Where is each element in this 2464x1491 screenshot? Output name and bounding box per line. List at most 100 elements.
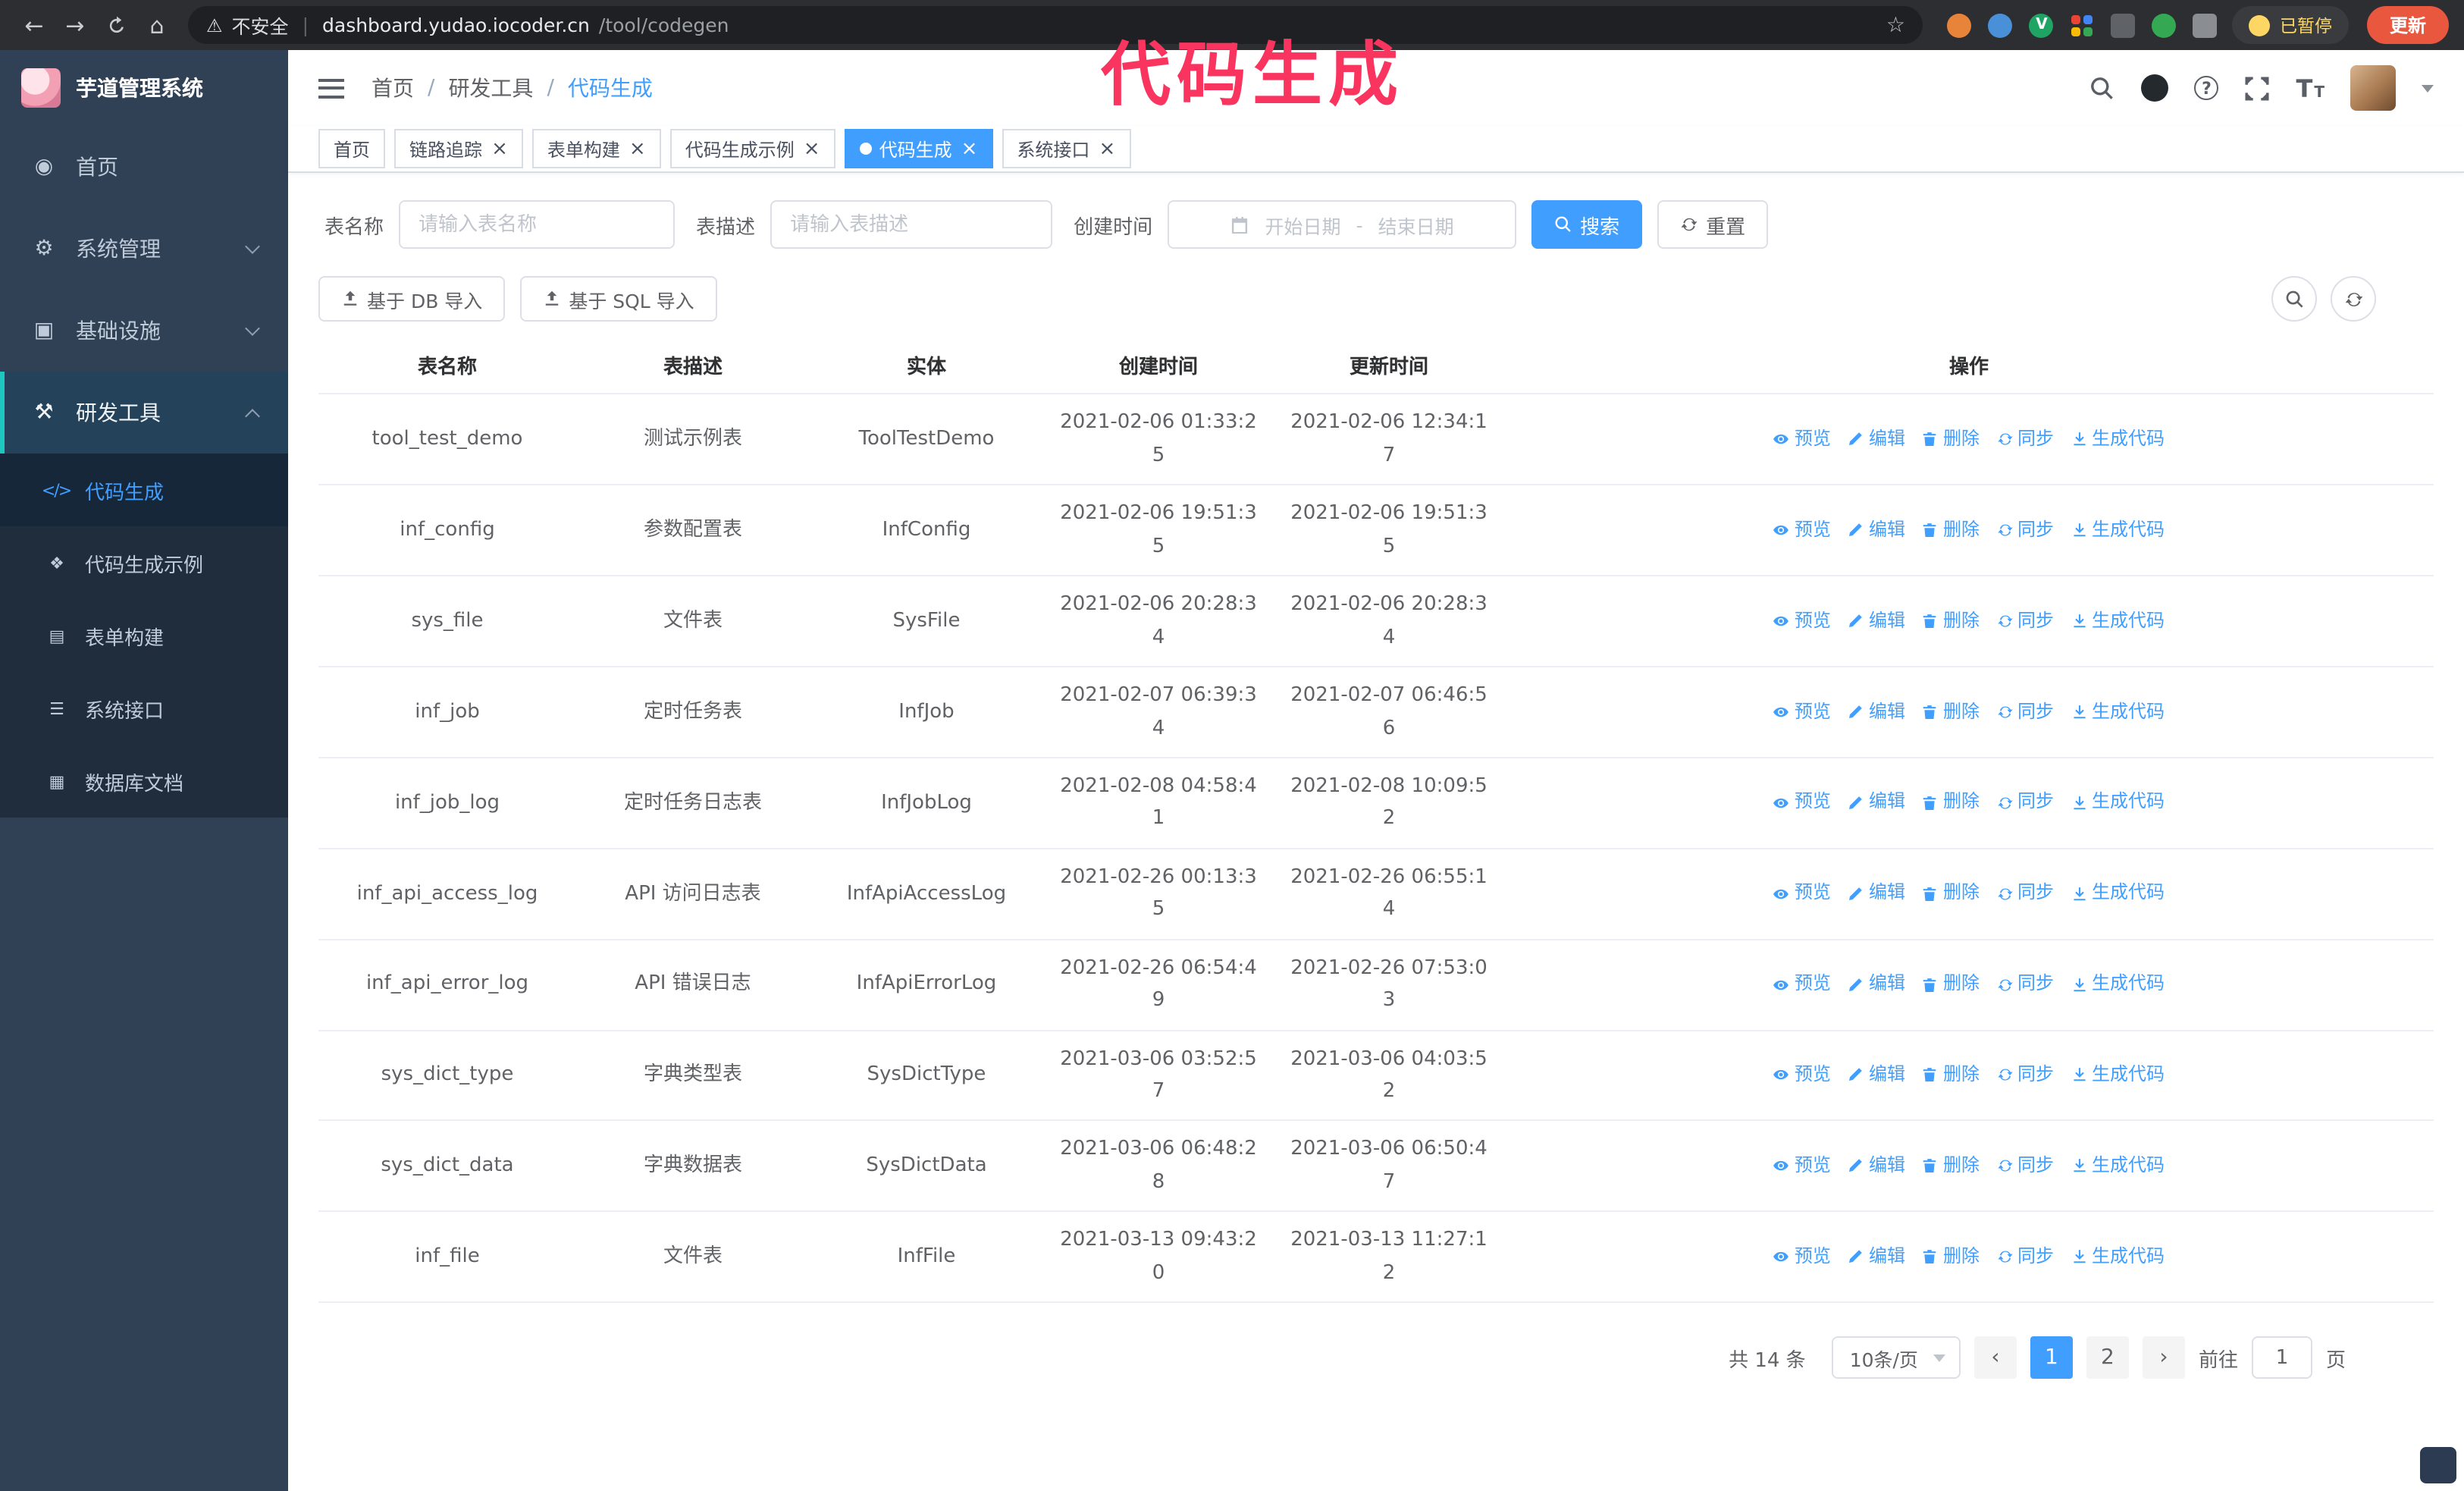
generate-code-link[interactable]: 生成代码 — [2071, 879, 2165, 909]
delete-link[interactable]: 删除 — [1922, 516, 1980, 546]
browser-back-button[interactable]: ← — [15, 6, 53, 44]
tab-close-icon[interactable]: × — [629, 139, 646, 159]
next-page-button[interactable]: › — [2142, 1336, 2185, 1380]
breadcrumb-home[interactable]: 首页 — [371, 73, 414, 103]
preview-link[interactable]: 预览 — [1773, 1242, 1831, 1273]
sidebar-item-devtools[interactable]: ⚒ 研发工具 — [0, 372, 288, 454]
goto-page-input[interactable] — [2251, 1336, 2312, 1380]
delete-link[interactable]: 删除 — [1922, 606, 1980, 636]
delete-link[interactable]: 删除 — [1922, 697, 1980, 727]
generate-code-link[interactable]: 生成代码 — [2071, 1242, 2165, 1273]
preview-link[interactable]: 预览 — [1773, 1151, 1831, 1182]
user-avatar[interactable] — [2350, 65, 2396, 111]
generate-code-link[interactable]: 生成代码 — [2071, 606, 2165, 636]
user-menu-caret-icon[interactable] — [2422, 84, 2434, 92]
extension-grid-icon[interactable] — [2071, 13, 2095, 37]
preview-link[interactable]: 预览 — [1773, 516, 1831, 546]
sync-link[interactable]: 同步 — [1996, 697, 2054, 727]
browser-home-button[interactable]: ⌂ — [138, 6, 176, 44]
sync-link[interactable]: 同步 — [1996, 879, 2054, 909]
breadcrumb-devtools[interactable]: 研发工具 — [448, 73, 533, 103]
bookmark-star-icon[interactable]: ☆ — [1886, 13, 1905, 37]
tab-close-icon[interactable]: × — [804, 139, 820, 159]
page-button-2[interactable]: 2 — [2086, 1336, 2129, 1380]
generate-code-link[interactable]: 生成代码 — [2071, 425, 2165, 455]
preview-link[interactable]: 预览 — [1773, 788, 1831, 818]
page-button-1[interactable]: 1 — [2030, 1336, 2073, 1380]
toggle-search-button[interactable] — [2271, 276, 2317, 322]
delete-link[interactable]: 删除 — [1922, 879, 1980, 909]
extension-dark-icon[interactable] — [2111, 13, 2136, 37]
edit-link[interactable]: 编辑 — [1848, 1151, 1905, 1182]
tab-form-builder[interactable]: 表单构建 × — [531, 129, 661, 168]
refresh-table-button[interactable] — [2331, 276, 2376, 322]
extension-fox-icon[interactable] — [1947, 13, 1972, 37]
preview-link[interactable]: 预览 — [1773, 425, 1831, 455]
sync-link[interactable]: 同步 — [1996, 788, 2054, 818]
sidebar-item-codegen[interactable]: </> 代码生成 — [0, 454, 288, 526]
extension-vue-icon[interactable]: V — [2029, 13, 2054, 37]
generate-code-link[interactable]: 生成代码 — [2071, 516, 2165, 546]
corner-widget[interactable] — [2420, 1447, 2456, 1483]
tab-codegen[interactable]: 代码生成 × — [844, 129, 993, 168]
sidebar-item-infra[interactable]: ▣ 基础设施 — [0, 290, 288, 372]
delete-link[interactable]: 删除 — [1922, 788, 1980, 818]
sidebar-fold-icon[interactable] — [318, 78, 344, 98]
edit-link[interactable]: 编辑 — [1848, 1242, 1905, 1273]
sidebar-item-db-doc[interactable]: ▦ 数据库文档 — [0, 745, 288, 818]
reset-button[interactable]: 重置 — [1657, 200, 1769, 249]
table-name-input[interactable] — [399, 200, 676, 249]
search-icon[interactable] — [2090, 75, 2116, 101]
sync-link[interactable]: 同步 — [1996, 1242, 2054, 1273]
preview-link[interactable]: 预览 — [1773, 606, 1831, 636]
tab-home[interactable]: 首页 — [318, 129, 386, 168]
sidebar-item-form-builder[interactable]: ▤ 表单构建 — [0, 599, 288, 672]
help-icon[interactable]: ? — [2194, 76, 2219, 100]
page-size-select[interactable]: 10条/页 — [1831, 1336, 1961, 1380]
tab-close-icon[interactable]: × — [1099, 139, 1115, 159]
delete-link[interactable]: 删除 — [1922, 425, 1980, 455]
edit-link[interactable]: 编辑 — [1848, 697, 1905, 727]
prev-page-button[interactable]: ‹ — [1973, 1336, 2017, 1380]
delete-link[interactable]: 删除 — [1922, 1242, 1980, 1273]
fullscreen-icon[interactable] — [2245, 75, 2271, 101]
preview-link[interactable]: 预览 — [1773, 1060, 1831, 1091]
extension-leaf-icon[interactable] — [2152, 13, 2177, 37]
delete-link[interactable]: 删除 — [1922, 1060, 1980, 1091]
preview-link[interactable]: 预览 — [1773, 969, 1831, 1000]
table-desc-input[interactable] — [770, 200, 1053, 249]
sync-link[interactable]: 同步 — [1996, 1060, 2054, 1091]
delete-link[interactable]: 删除 — [1922, 969, 1980, 1000]
profile-paused-badge[interactable]: 已暂停 — [2232, 6, 2349, 44]
browser-forward-button[interactable]: → — [56, 6, 94, 44]
font-size-icon[interactable]: TT — [2296, 74, 2325, 102]
generate-code-link[interactable]: 生成代码 — [2071, 969, 2165, 1000]
edit-link[interactable]: 编辑 — [1848, 969, 1905, 1000]
preview-link[interactable]: 预览 — [1773, 697, 1831, 727]
generate-code-link[interactable]: 生成代码 — [2071, 1060, 2165, 1091]
sync-link[interactable]: 同步 — [1996, 516, 2054, 546]
sync-link[interactable]: 同步 — [1996, 425, 2054, 455]
import-db-button[interactable]: 基于 DB 导入 — [318, 276, 506, 322]
edit-link[interactable]: 编辑 — [1848, 788, 1905, 818]
tab-api[interactable]: 系统接口 × — [1002, 129, 1131, 168]
sidebar-item-codegen-example[interactable]: ❖ 代码生成示例 — [0, 526, 288, 599]
edit-link[interactable]: 编辑 — [1848, 425, 1905, 455]
search-button[interactable]: 搜索 — [1531, 200, 1643, 249]
edit-link[interactable]: 编辑 — [1848, 879, 1905, 909]
sidebar-logo[interactable]: 芋道管理系统 — [0, 50, 288, 126]
edit-link[interactable]: 编辑 — [1848, 516, 1905, 546]
address-bar[interactable]: ⚠ 不安全 | dashboard.yudao.iocoder.cn/tool/… — [188, 6, 1923, 44]
generate-code-link[interactable]: 生成代码 — [2071, 697, 2165, 727]
tab-close-icon[interactable]: × — [961, 139, 978, 159]
preview-link[interactable]: 预览 — [1773, 879, 1831, 909]
chrome-update-button[interactable]: 更新 — [2366, 6, 2449, 44]
import-sql-button[interactable]: 基于 SQL 导入 — [520, 276, 717, 322]
browser-reload-button[interactable] — [97, 6, 135, 44]
extensions-puzzle-icon[interactable] — [2193, 13, 2218, 37]
delete-link[interactable]: 删除 — [1922, 1151, 1980, 1182]
edit-link[interactable]: 编辑 — [1848, 1060, 1905, 1091]
sync-link[interactable]: 同步 — [1996, 969, 2054, 1000]
sync-link[interactable]: 同步 — [1996, 1151, 2054, 1182]
generate-code-link[interactable]: 生成代码 — [2071, 788, 2165, 818]
